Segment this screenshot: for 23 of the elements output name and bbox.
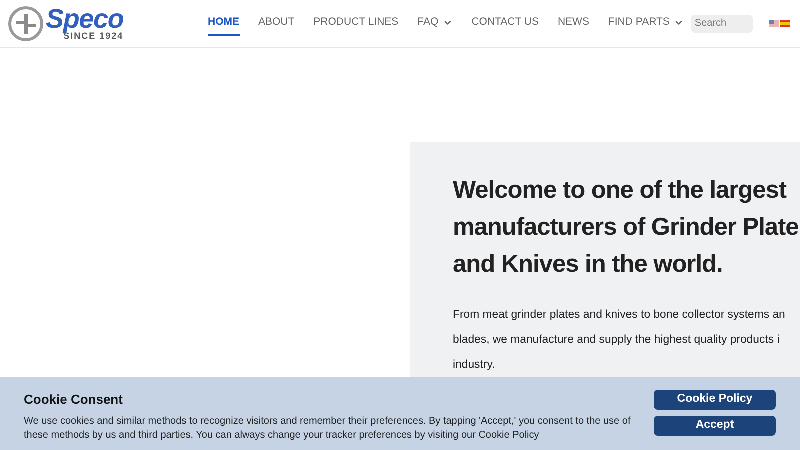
nav-link[interactable]: FIND PARTS: [608, 10, 684, 36]
logo-icon: [8, 6, 44, 42]
nav-link[interactable]: HOME: [208, 10, 240, 36]
hero-heading: Welcome to one of the largest: [453, 176, 788, 206]
nav-link[interactable]: ABOUT: [258, 10, 295, 36]
hero-paragraph: industry.: [453, 358, 496, 373]
hero-paragraph: blades, we manufacture and supply the highest quality products i: [453, 333, 781, 348]
search-field[interactable]: Search: [690, 14, 753, 32]
hero-paragraph: From meat grinder plates and knives to bone collector systems an: [453, 308, 786, 323]
logo-tagline: SINCE 1924: [64, 32, 124, 41]
logo-wordmark: Speco: [46, 6, 124, 32]
nav-link[interactable]: PRODUCT LINES: [314, 10, 399, 36]
cookie-title: Cookie Consent: [24, 391, 124, 409]
spain-flag-icon[interactable]: [780, 20, 790, 27]
nav-link[interactable]: FAQ: [418, 10, 453, 36]
hero-heading: manufacturers of Grinder Plate: [453, 213, 800, 243]
us-flag-icon[interactable]: [769, 20, 779, 27]
hero-heading: and Knives in the world.: [453, 250, 724, 280]
nav-link[interactable]: NEWS: [558, 10, 590, 36]
cookie-text: We use cookies and similar methods to recognize visitors and remember their preferences. By tapping 'Accept,' you consent to the use of these methods by us and third parties. You can always change your tracker preferences by visiting our Cookie Policy: [24, 414, 632, 442]
cookie-button[interactable]: Cookie Policy: [654, 390, 776, 410]
cookie-button[interactable]: Accept: [654, 416, 776, 436]
nav-link[interactable]: CONTACT US: [472, 10, 539, 36]
